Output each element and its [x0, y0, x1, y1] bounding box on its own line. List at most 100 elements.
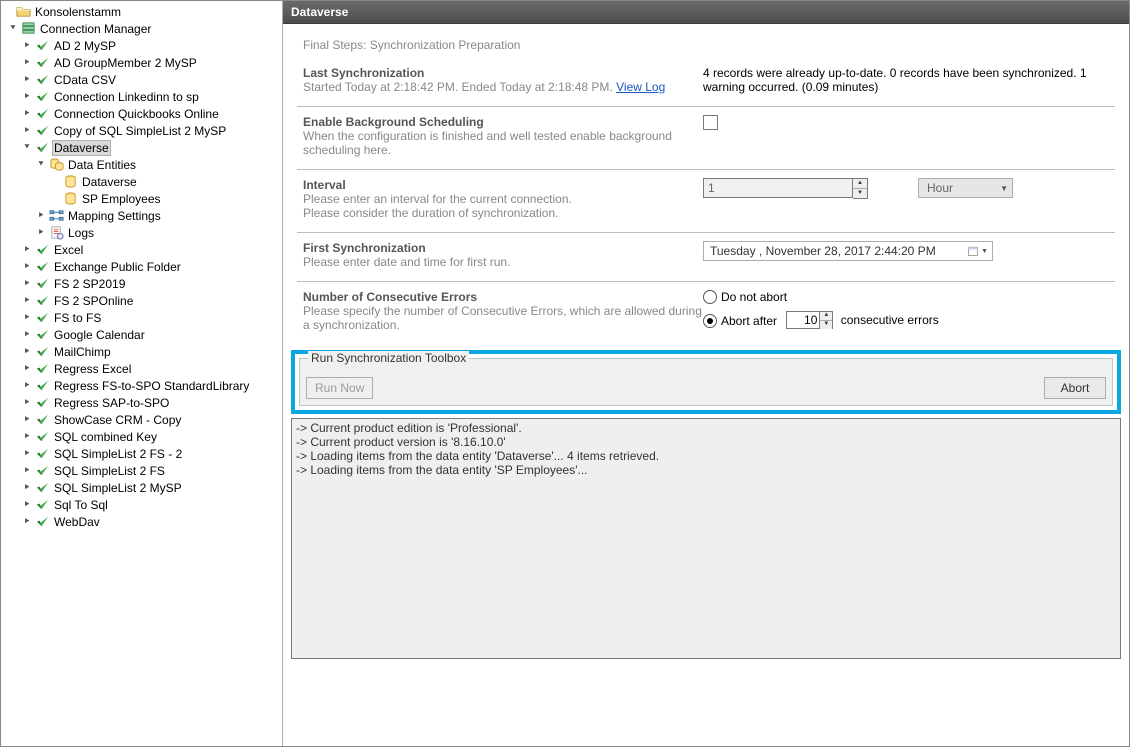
tree-node-dataverse[interactable]: ⯆ Dataverse: [1, 139, 282, 156]
tree-node-connection[interactable]: ⯈Connection Quickbooks Online: [1, 105, 282, 122]
tree-label: Regress FS-to-SPO StandardLibrary: [52, 379, 251, 393]
tree-node-connection[interactable]: ⯈Excel: [1, 241, 282, 258]
tree-node-connection[interactable]: ⯈FS 2 SP2019: [1, 275, 282, 292]
tree-node-connection[interactable]: ⯈Regress Excel: [1, 360, 282, 377]
expand-icon[interactable]: ⯈: [20, 328, 34, 342]
tree-node-connection[interactable]: ⯈ Copy of SQL SimpleList 2 MySP: [1, 122, 282, 139]
interval-value-spinner[interactable]: ▲▼: [703, 178, 868, 199]
connection-icon: [34, 361, 50, 377]
tree-node-connection[interactable]: ⯈ SQL SimpleList 2 FS: [1, 462, 282, 479]
tree-node-connection[interactable]: ⯈Regress SAP-to-SPO: [1, 394, 282, 411]
navigation-tree[interactable]: Konsolenstamm ⯆ Connection Manager ⯈AD 2…: [1, 1, 283, 746]
interval-value-input[interactable]: [703, 178, 853, 198]
expand-icon[interactable]: ⯈: [20, 362, 34, 376]
tree-label: Konsolenstamm: [33, 5, 123, 19]
expand-icon[interactable]: ⯈: [20, 243, 34, 257]
tree-label: SQL combined Key: [52, 430, 159, 444]
abort-after-suffix: consecutive errors: [841, 313, 939, 327]
expand-icon[interactable]: ⯈: [20, 73, 34, 87]
expand-icon[interactable]: ⯈: [20, 277, 34, 291]
connection-icon: [34, 38, 50, 54]
spin-down-icon[interactable]: ▼: [853, 189, 867, 198]
tree-node-connection[interactable]: ⯈Google Calendar: [1, 326, 282, 343]
tree-node-connection[interactable]: ⯈Connection Linkedinn to sp: [1, 88, 282, 105]
expand-icon[interactable]: ⯈: [20, 413, 34, 427]
mapping-icon: [48, 208, 64, 224]
first-sync-datetime-value: Tuesday , November 28, 2017 2:44:20 PM: [710, 244, 936, 258]
tree-label: FS to FS: [52, 311, 103, 325]
tree-node-connection[interactable]: ⯈ SQL combined Key: [1, 428, 282, 445]
interval-unit-dropdown[interactable]: Hour ▼: [918, 178, 1013, 198]
tree-node-logs[interactable]: ⯈ Logs: [1, 224, 282, 241]
calendar-dropdown-icon[interactable]: ▼: [967, 245, 988, 257]
expand-icon[interactable]: ⯈: [20, 515, 34, 529]
tree-label: Connection Manager: [38, 22, 153, 36]
tree-node-connection[interactable]: ⯈WebDav: [1, 513, 282, 530]
tree-label: SQL SimpleList 2 FS: [52, 464, 167, 478]
expand-icon[interactable]: ⯈: [20, 90, 34, 104]
expand-icon[interactable]: ⯈: [20, 464, 34, 478]
collapse-icon[interactable]: ⯆: [6, 22, 20, 36]
expand-icon[interactable]: ⯈: [20, 294, 34, 308]
collapse-icon[interactable]: ⯆: [20, 141, 34, 155]
connection-icon: [34, 378, 50, 394]
tree-label: Copy of SQL SimpleList 2 MySP: [52, 124, 228, 138]
tree-label: SQL SimpleList 2 FS - 2: [52, 447, 184, 461]
spin-up-icon[interactable]: ▲: [853, 179, 867, 189]
last-sync-summary: 4 records were already up-to-date. 0 rec…: [703, 66, 1109, 94]
radio-do-not-abort[interactable]: Do not abort: [703, 290, 787, 304]
last-sync-time: Started Today at 2:18:42 PM. Ended Today…: [303, 80, 616, 94]
expand-icon[interactable]: ⯈: [20, 447, 34, 461]
expand-icon[interactable]: ⯈: [34, 209, 48, 223]
bg-sched-checkbox[interactable]: [703, 115, 718, 130]
expand-icon[interactable]: ⯈: [20, 379, 34, 393]
expand-icon[interactable]: ⯈: [20, 481, 34, 495]
tree-node-connection[interactable]: ⯈CData CSV: [1, 71, 282, 88]
tree-node-root[interactable]: Konsolenstamm: [1, 3, 282, 20]
expand-icon[interactable]: ⯈: [20, 498, 34, 512]
connection-icon: [34, 514, 50, 530]
expand-icon[interactable]: ⯈: [20, 107, 34, 121]
expand-icon[interactable]: ⯈: [20, 345, 34, 359]
tree-node-connection[interactable]: ⯈MailChimp: [1, 343, 282, 360]
tree-node-entity-dataverse[interactable]: Dataverse: [1, 173, 282, 190]
tree-node-connection[interactable]: ⯈Exchange Public Folder: [1, 258, 282, 275]
connection-icon: [34, 310, 50, 326]
tree-node-connection[interactable]: ⯈AD 2 MySP: [1, 37, 282, 54]
tree-node-connection[interactable]: ⯈ Regress FS-to-SPO StandardLibrary: [1, 377, 282, 394]
tree-node-connection[interactable]: ⯈ShowCase CRM - Copy: [1, 411, 282, 428]
first-sync-desc: Please enter date and time for first run…: [303, 255, 703, 269]
expand-icon[interactable]: ⯈: [20, 39, 34, 53]
interval-unit-value: Hour: [927, 181, 953, 195]
tree-node-connection[interactable]: ⯈SQL SimpleList 2 MySP: [1, 479, 282, 496]
tree-node-connection[interactable]: ⯈Sql To Sql: [1, 496, 282, 513]
tree-node-connection[interactable]: ⯈AD GroupMember 2 MySP: [1, 54, 282, 71]
tree-node-data-entities[interactable]: ⯆ Data Entities: [1, 156, 282, 173]
expand-icon[interactable]: ⯈: [20, 56, 34, 70]
expand-icon[interactable]: ⯈: [20, 396, 34, 410]
folder-icon: [15, 4, 31, 20]
page-title: Dataverse: [283, 1, 1129, 24]
sync-log-output[interactable]: -> Current product edition is 'Professio…: [291, 418, 1121, 659]
expand-icon[interactable]: ⯈: [34, 226, 48, 240]
spin-down-icon[interactable]: ▼: [820, 321, 832, 329]
expand-icon[interactable]: ⯈: [20, 124, 34, 138]
tree-node-connection[interactable]: ⯈ FS to FS: [1, 309, 282, 326]
abort-button[interactable]: Abort: [1044, 377, 1106, 399]
radio-abort-after[interactable]: Abort after: [703, 314, 777, 328]
first-sync-datetime-picker[interactable]: Tuesday , November 28, 2017 2:44:20 PM ▼: [703, 241, 993, 261]
collapse-icon[interactable]: ⯆: [34, 158, 48, 172]
tree-node-connection[interactable]: ⯈FS 2 SPOnline: [1, 292, 282, 309]
expand-icon[interactable]: ⯈: [20, 430, 34, 444]
tree-node-mapping-settings[interactable]: ⯈ Mapping Settings: [1, 207, 282, 224]
run-now-button[interactable]: Run Now: [306, 377, 373, 399]
tree-node-connection[interactable]: ⯈ SQL SimpleList 2 FS - 2: [1, 445, 282, 462]
expand-icon[interactable]: ⯈: [20, 311, 34, 325]
tree-node-connection-manager[interactable]: ⯆ Connection Manager: [1, 20, 282, 37]
abort-after-count-spinner[interactable]: 10 ▲▼: [786, 311, 833, 329]
tree-node-entity-sp-employees[interactable]: SP Employees: [1, 190, 282, 207]
spin-up-icon[interactable]: ▲: [820, 312, 832, 321]
view-log-link[interactable]: View Log: [616, 80, 665, 94]
expand-icon[interactable]: ⯈: [20, 260, 34, 274]
tree-label: Mapping Settings: [66, 209, 163, 223]
